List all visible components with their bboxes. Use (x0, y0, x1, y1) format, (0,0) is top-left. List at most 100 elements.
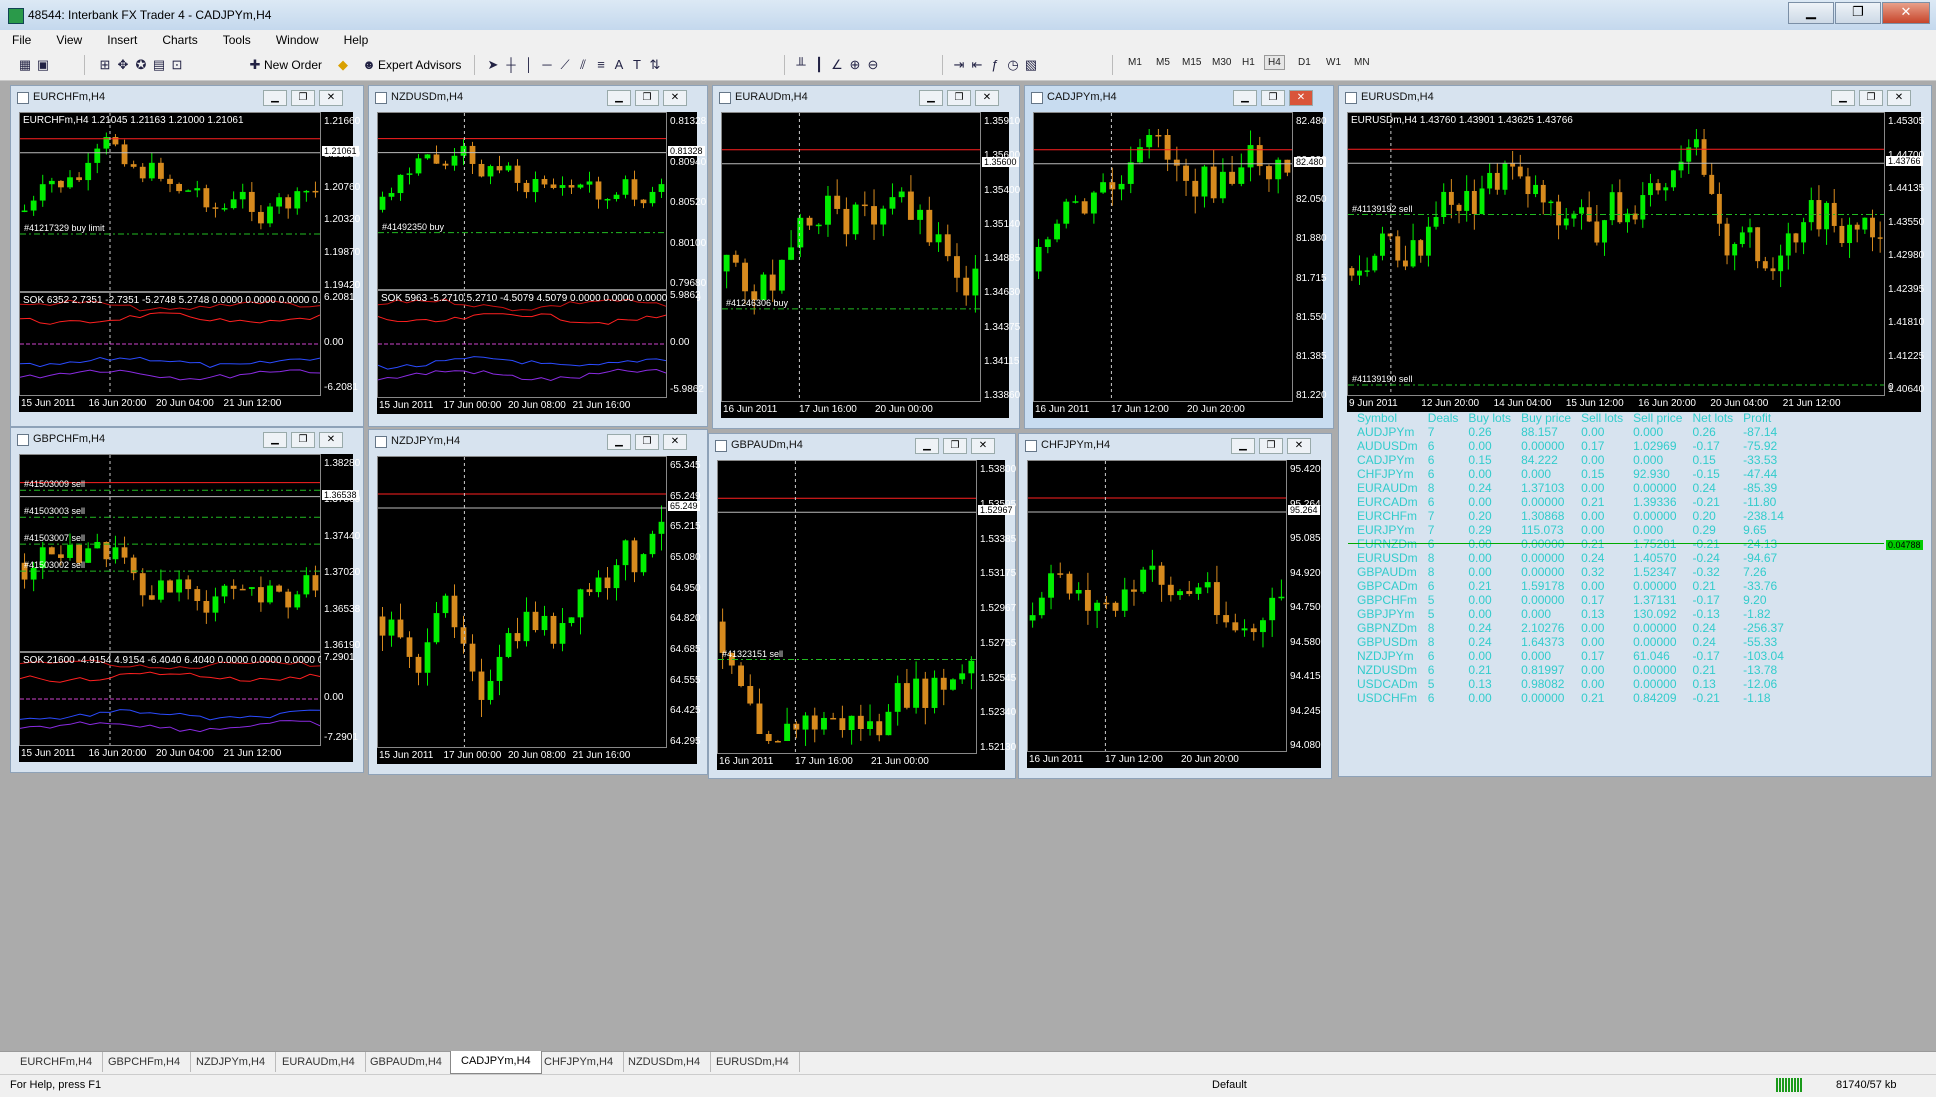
price-axis[interactable]: 0.81328 0.80940 0.80520 0.80100 0.79680 0.813… (667, 112, 706, 398)
price-axis[interactable]: 1.45305 1.44700 1.44135 1.43550 1.42980 1.423… (1885, 112, 1924, 550)
chart-minimize-button[interactable]: ▁ (607, 434, 631, 450)
chart-restore-button[interactable]: ❐ (1261, 90, 1285, 106)
exposure-row[interactable]: EURAUDm 8 0.24 1.37103 0.00 0.00000 0.24 -85.39 (1352, 481, 1789, 495)
exposure-row[interactable]: CHFJPYm 6 0.00 0.000 0.15 92.930 -0.15 -47.44 (1352, 467, 1789, 481)
tab-eurusdm[interactable]: EURUSDm,H4 (706, 1052, 800, 1072)
menu-file[interactable]: File (0, 30, 41, 47)
timeframe-h4[interactable]: H4 (1264, 55, 1285, 70)
exposure-row[interactable]: GBPCHFm 5 0.00 0.00000 0.17 1.37131 -0.17 9.20 (1352, 593, 1789, 607)
menu-tools[interactable]: Tools (211, 30, 261, 47)
tab-cadjpym[interactable]: CADJPYm,H4 (450, 1051, 542, 1074)
indicators-icon[interactable]: ƒ (986, 56, 1004, 74)
new-chart-icon[interactable]: ▦ (16, 56, 34, 74)
exposure-row[interactable]: GBPNZDm 8 0.24 2.10276 0.00 0.00000 0.24 -256.3… (1352, 621, 1789, 635)
price-axis[interactable]: 1.216601.212101.207601.203201.198701.194… (321, 112, 360, 396)
price-axis[interactable]: 1.38280 1.37860 1.37440 1.37020 1.36538 1.361… (321, 454, 360, 746)
navigator-icon[interactable]: ✥ (114, 56, 132, 74)
restore-button[interactable]: ❐ (1835, 2, 1881, 24)
zoom-out-icon[interactable]: ⊖ (864, 56, 882, 74)
timeframe-w1[interactable]: W1 (1326, 57, 1341, 68)
timeframe-h1[interactable]: H1 (1242, 57, 1255, 68)
menu-charts[interactable]: Charts (150, 30, 207, 47)
chart-window-header[interactable]: CADJPYm,H4 ▁ ❐ ✕ (1025, 86, 1333, 108)
chart-restore-button[interactable]: ❐ (635, 90, 659, 106)
chart-close-button[interactable]: ✕ (1887, 90, 1911, 106)
chart-plot-area[interactable]: EURCHFm,H4 1.21045 1.21163 1.21000 1.210… (19, 112, 343, 396)
chart-window-header[interactable]: EURUSDm,H4 ▁ ❐ ✕ (1339, 86, 1931, 108)
chart-plot-area[interactable] (1033, 112, 1293, 402)
zoom-in-icon[interactable]: ⊕ (846, 56, 864, 74)
chart-window-eurusdm[interactable]: EURUSDm,H4 ▁ ❐ ✕ EURUSDm,H4 1.43760 1.43901 … (1338, 85, 1932, 777)
channel-icon[interactable]: ⫽ (574, 56, 592, 74)
vertical-line-icon[interactable]: │ (520, 56, 538, 74)
time-axis[interactable]: 16 Jun 2011 17 Jun 16:00 21 Jun 00:00 (717, 754, 1005, 770)
chart-plot-area[interactable]: EURUSDm,H4 1.43760 1.43901 1.43625 1.437… (1347, 112, 1885, 705)
exposure-row[interactable]: AUDUSDm 6 0.00 0.00000 0.17 1.02969 -0.17 -75.9… (1352, 439, 1789, 453)
exposure-row[interactable]: EURCADm 6 0.00 0.00000 0.21 1.39336 -0.21 -11.8… (1352, 495, 1789, 509)
indicator-separator[interactable] (20, 651, 320, 653)
fibonacci-icon[interactable]: ≡ (592, 56, 610, 74)
exposure-row[interactable]: USDCADm 5 0.13 0.98082 0.00 0.00000 0.13 -12.06 (1352, 677, 1789, 691)
chart-plot-area[interactable] (1027, 460, 1287, 752)
profiles-icon[interactable]: ▣ (34, 56, 52, 74)
price-axis[interactable]: 95.420 95.264 95.085 94.920 94.750 94.580 94.4… (1287, 460, 1321, 752)
chart-close-button[interactable]: ✕ (319, 432, 343, 448)
autoscroll-icon[interactable]: ⇤ (968, 56, 986, 74)
price-axis[interactable]: 1.538001.535951.533851.531751.529671.527… (977, 460, 1016, 754)
time-axis[interactable]: 16 Jun 2011 17 Jun 12:00 20 Jun 20:00 (1033, 402, 1323, 418)
close-button[interactable]: ✕ (1882, 2, 1930, 24)
crosshair-icon[interactable]: ┼ (502, 56, 520, 74)
data-window-icon[interactable]: ✪ (132, 56, 150, 74)
chart-close-button[interactable]: ✕ (1289, 90, 1313, 106)
minimize-button[interactable]: ▁ (1788, 2, 1834, 24)
chart-window-header[interactable]: GBPAUDm,H4 ▁ ❐ ✕ (709, 434, 1015, 456)
time-axis[interactable]: 9 Jun 2011 12 Jun 20:00 14 Jun 04:00 15 Jun… (1347, 396, 1921, 412)
chart-minimize-button[interactable]: ▁ (1831, 90, 1855, 106)
market-watch-icon[interactable]: ⊞ (96, 56, 114, 74)
chart-window-header[interactable]: GBPCHFm,H4 ▁ ❐ ✕ (11, 428, 363, 450)
exposure-row[interactable]: GBPCADm 6 0.21 1.59178 0.00 0.00000 0.21 -33.76 (1352, 579, 1789, 593)
strategy-tester-icon[interactable]: ⊡ (168, 56, 186, 74)
exposure-row[interactable]: USDCHFm 6 0.00 0.00000 0.21 0.84209 -0.21 -1.18 (1352, 691, 1789, 705)
metaeditor-icon[interactable]: ◆ (334, 56, 352, 74)
chart-plot-area[interactable]: #41246306 buy (721, 112, 981, 402)
time-axis[interactable]: 15 Jun 2011 17 Jun 00:00 20 Jun 08:00 21 Ju… (377, 748, 697, 764)
chart-restore-button[interactable]: ❐ (1259, 438, 1283, 454)
chart-minimize-button[interactable]: ▁ (263, 432, 287, 448)
indicator-separator[interactable] (20, 291, 320, 293)
price-axis[interactable]: 1.35910 1.35600 1.35400 1.35140 1.34885 1.346… (981, 112, 1020, 402)
chart-window-header[interactable]: NZDUSDm,H4 ▁ ❐ ✕ (369, 86, 707, 108)
chart-restore-button[interactable]: ❐ (291, 432, 315, 448)
new-order-button[interactable]: ✚ New Order (246, 54, 322, 76)
tab-nzdjpym[interactable]: NZDJPYm,H4 (186, 1052, 277, 1072)
chart-window-eurchfm[interactable]: EURCHFm,H4 ▁ ❐ ✕ EURCHFm,H4 1.21045 1.21163 … (10, 85, 364, 427)
tab-eurchfm[interactable]: EURCHFm,H4 (10, 1052, 104, 1072)
exposure-row[interactable]: GBPJPYm 5 0.00 0.000 0.13 130.092 -0.13 -1.82 (1352, 607, 1789, 621)
candlestick-icon[interactable]: ┃ (810, 56, 828, 74)
chart-minimize-button[interactable]: ▁ (915, 438, 939, 454)
expert-advisors-button[interactable]: ☻ Expert Advisors (360, 54, 461, 76)
tab-gbpaudm[interactable]: GBPAUDm,H4 (360, 1052, 453, 1072)
timeframe-mn[interactable]: MN (1354, 57, 1370, 68)
price-axis[interactable]: 65.345 65.249 65.215 65.080 64.950 64.820 64.6… (667, 456, 701, 748)
exposure-row[interactable]: EURUSDm 8 0.00 0.00000 0.24 1.40570 -0.24 -94.6… (1352, 551, 1789, 565)
chart-close-button[interactable]: ✕ (975, 90, 999, 106)
timeframe-m1[interactable]: M1 (1128, 57, 1142, 68)
chart-minimize-button[interactable]: ▁ (607, 90, 631, 106)
chart-shift-icon[interactable]: ⇥ (950, 56, 968, 74)
tab-chfjpym[interactable]: CHFJPYm,H4 (534, 1052, 625, 1072)
text-icon[interactable]: A (610, 56, 628, 74)
exposure-row[interactable]: NZDJPYm 6 0.00 0.000 0.17 61.046 -0.17 -103.04 (1352, 649, 1789, 663)
time-axis[interactable]: 16 Jun 2011 17 Jun 12:00 20 Jun 20:00 (1027, 752, 1321, 768)
time-axis[interactable]: 15 Jun 2011 16 Jun 20:00 20 Jun 04:00 21 Ju… (19, 746, 353, 762)
chart-close-button[interactable]: ✕ (663, 434, 687, 450)
chart-window-euraudm[interactable]: EURAUDm,H4 ▁ ❐ ✕ #41246306 buy 1.35910 1.35600… (712, 85, 1020, 429)
chart-window-gbpaudm[interactable]: GBPAUDm,H4▁❐✕#41323151 sell1.538001.5359… (708, 433, 1016, 779)
exposure-row[interactable]: NZDUSDm 6 0.21 0.81997 0.00 0.00000 0.21 -13.78 (1352, 663, 1789, 677)
chart-close-button[interactable]: ✕ (971, 438, 995, 454)
chart-window-cadjpym[interactable]: CADJPYm,H4▁❐✕82.48082.38082.05081.88081.… (1024, 85, 1334, 429)
exposure-row[interactable]: CADJPYm 6 0.15 84.222 0.00 0.000 0.15 -33.53 (1352, 453, 1789, 467)
chart-restore-button[interactable]: ❐ (635, 434, 659, 450)
timeframe-m15[interactable]: M15 (1182, 57, 1201, 68)
arrows-icon[interactable]: ⇅ (646, 56, 664, 74)
